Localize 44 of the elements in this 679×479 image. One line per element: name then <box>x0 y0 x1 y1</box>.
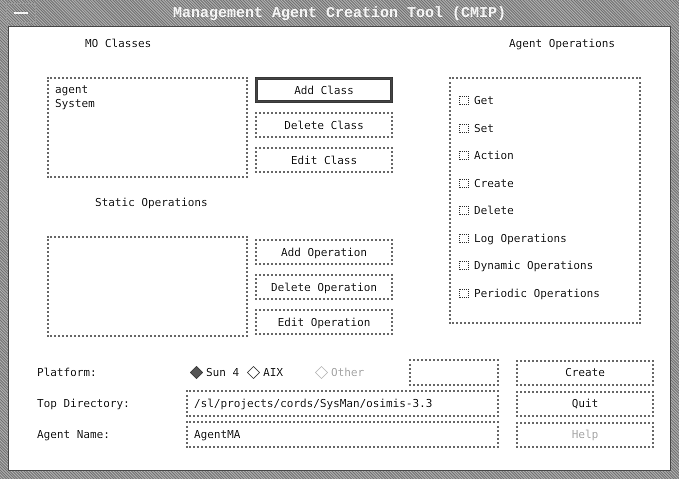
field-label: Agent Name: <box>37 428 111 441</box>
input-field[interactable] <box>409 359 499 386</box>
checkbox[interactable] <box>459 96 469 106</box>
section-label: Static Operations <box>94 196 209 211</box>
checkbox-label: Set <box>474 122 494 135</box>
checkbox[interactable] <box>459 151 469 160</box>
checkbox-label: Log Operations <box>474 232 567 245</box>
checkbox[interactable] <box>459 124 469 133</box>
class-button[interactable]: Add Class <box>255 77 393 103</box>
checkbox[interactable] <box>459 178 469 188</box>
checkbox[interactable] <box>459 261 469 270</box>
create-button[interactable]: Create <box>516 360 654 386</box>
field-label: Top Directory: <box>37 397 131 410</box>
checkbox-label: Dynamic Operations <box>474 259 594 272</box>
checkbox[interactable] <box>459 206 469 216</box>
list-item[interactable]: System <box>55 97 240 111</box>
operation-button[interactable]: Delete Operation <box>255 274 393 300</box>
radio-label: Other <box>331 366 364 379</box>
window-menu-button[interactable] <box>6 3 36 23</box>
checkbox-label: Get <box>474 94 494 108</box>
checkbox-label: Action <box>474 149 514 162</box>
checkbox[interactable] <box>459 288 469 298</box>
window-title: Management Agent Creation Tool (CMIP) <box>172 4 508 22</box>
operation-button[interactable]: Add Operation <box>255 239 393 265</box>
checkbox[interactable] <box>459 234 469 243</box>
class-list[interactable]: agent System <box>47 77 248 178</box>
input-field[interactable]: /sl/projects/cords/SysMan/osimis-3.3 <box>186 390 499 417</box>
radio-button[interactable] <box>247 366 260 379</box>
radio-label: Sun 4 <box>206 366 240 379</box>
list-item[interactable]: agent <box>55 83 240 97</box>
field-label: Platform: <box>37 366 98 379</box>
section-label: Agent Operations <box>508 37 616 52</box>
operation-button[interactable]: Edit Operation <box>255 309 393 335</box>
class-button[interactable]: Delete Class <box>255 112 393 138</box>
radio-label: AIX <box>263 366 283 379</box>
checkbox-label: Periodic Operations <box>474 286 600 300</box>
input-field[interactable]: AgentMA <box>186 421 499 448</box>
operation-list[interactable] <box>47 236 248 337</box>
radio-button[interactable] <box>190 366 203 379</box>
section-label: MO Classes <box>84 37 152 52</box>
class-button[interactable]: Edit Class <box>255 147 393 173</box>
checkbox-label: Delete <box>474 204 514 218</box>
checkbox-label: Create <box>474 176 514 190</box>
quit-button[interactable]: Quit <box>516 390 654 416</box>
